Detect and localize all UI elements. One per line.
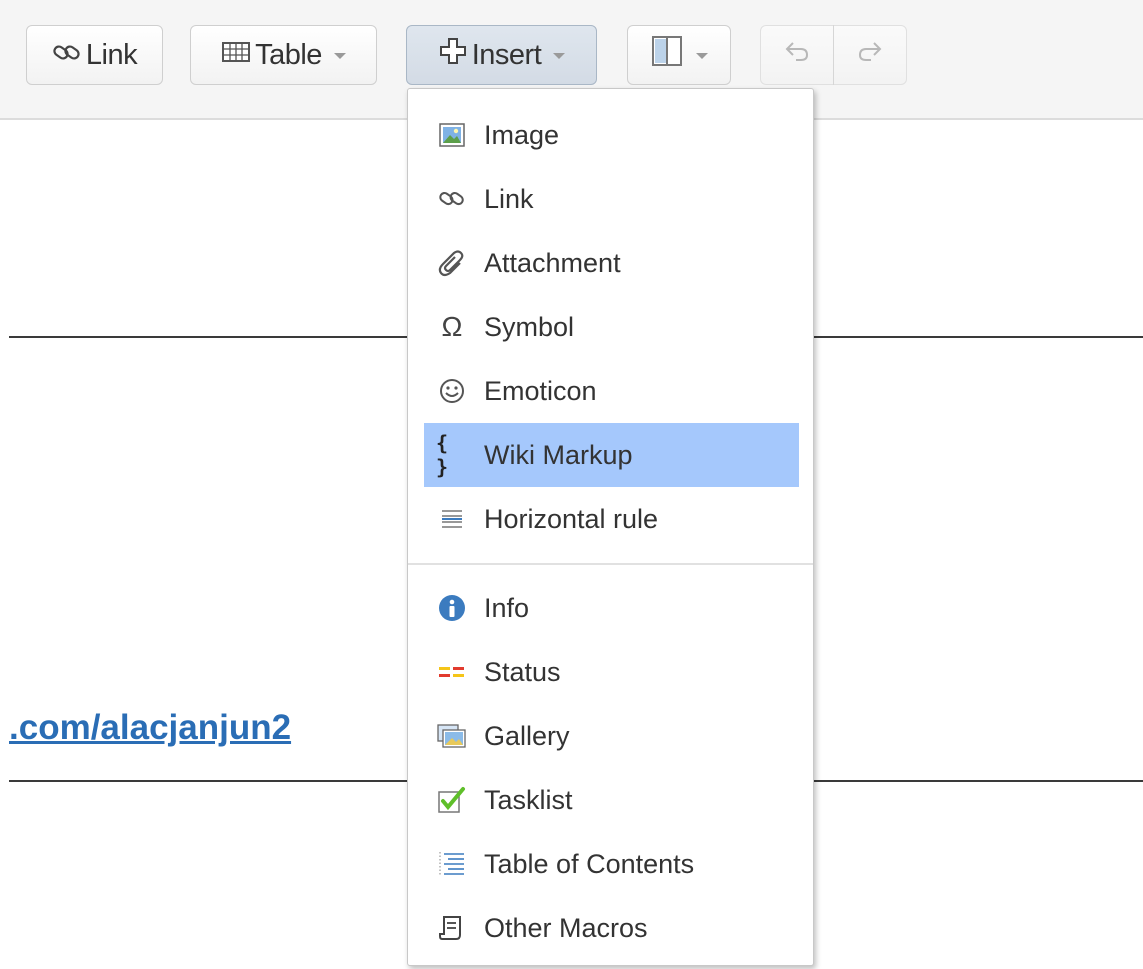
menu-item-gallery[interactable]: Gallery <box>424 704 799 768</box>
menu-item-emoticon[interactable]: Emoticon <box>424 359 799 423</box>
menu-item-horizontal-rule[interactable]: Horizontal rule <box>424 487 799 551</box>
menu-item-label: Symbol <box>484 311 575 342</box>
undo-button[interactable] <box>760 25 834 85</box>
menu-item-status[interactable]: Status <box>424 640 799 704</box>
insert-button[interactable]: Insert <box>406 25 597 85</box>
status-icon <box>436 656 468 688</box>
content-hyperlink[interactable]: .com/alacjanjun2 <box>9 708 409 748</box>
menu-item-table-of-contents[interactable]: Table of Contents <box>424 832 799 896</box>
horizontal-rule-icon <box>436 503 468 535</box>
link-button-label: Link <box>85 38 138 71</box>
menu-item-label: Emoticon <box>484 375 597 406</box>
link-icon <box>52 39 82 72</box>
menu-item-label: Table of Contents <box>484 848 695 879</box>
page-layout-icon <box>650 34 684 76</box>
menu-item-wiki-markup[interactable]: { } Wiki Markup <box>424 423 799 487</box>
menu-item-info[interactable]: Info <box>424 576 799 640</box>
insert-dropdown-menu: Image Link Attachment Ω Symbol Emoticon … <box>407 88 814 966</box>
menu-item-label: Status <box>484 656 561 687</box>
link-icon <box>436 183 468 215</box>
tasklist-icon <box>436 784 468 816</box>
menu-item-label: Link <box>484 183 534 214</box>
info-icon <box>436 592 468 624</box>
braces-icon: { } <box>436 431 449 479</box>
menu-item-label: Tasklist <box>484 784 573 815</box>
link-button[interactable]: Link <box>26 25 163 85</box>
menu-item-label: Other Macros <box>484 912 648 943</box>
chevron-down-icon <box>333 53 346 59</box>
toc-icon <box>436 848 468 880</box>
menu-item-label: Info <box>484 592 530 623</box>
menu-item-label: Attachment <box>484 247 621 278</box>
page-layout-button[interactable] <box>627 25 731 85</box>
menu-item-link[interactable]: Link <box>424 167 799 231</box>
paperclip-icon <box>436 247 468 279</box>
menu-item-label: Wiki Markup <box>484 439 633 470</box>
plus-icon <box>438 36 468 74</box>
gallery-icon <box>436 720 468 752</box>
chevron-down-icon <box>696 53 708 59</box>
redo-button[interactable] <box>833 25 907 85</box>
redo-icon <box>856 37 884 73</box>
undo-icon <box>783 37 811 73</box>
menu-item-symbol[interactable]: Ω Symbol <box>424 295 799 359</box>
menu-item-image[interactable]: Image <box>424 103 799 167</box>
omega-icon: Ω <box>441 311 463 342</box>
menu-item-attachment[interactable]: Attachment <box>424 231 799 295</box>
menu-item-other-macros[interactable]: Other Macros <box>424 896 799 960</box>
image-icon <box>436 119 468 151</box>
menu-item-label: Horizontal rule <box>484 503 659 534</box>
menu-item-tasklist[interactable]: Tasklist <box>424 768 799 832</box>
table-button[interactable]: Table <box>190 25 377 85</box>
chevron-down-icon <box>553 53 566 59</box>
insert-button-label: Insert <box>471 38 542 71</box>
smiley-icon <box>436 375 468 407</box>
menu-item-label: Gallery <box>484 720 570 751</box>
table-icon <box>221 39 251 72</box>
menu-divider <box>408 563 813 565</box>
table-button-label: Table <box>255 38 322 71</box>
macro-icon <box>436 912 468 944</box>
menu-item-label: Image <box>484 119 560 150</box>
